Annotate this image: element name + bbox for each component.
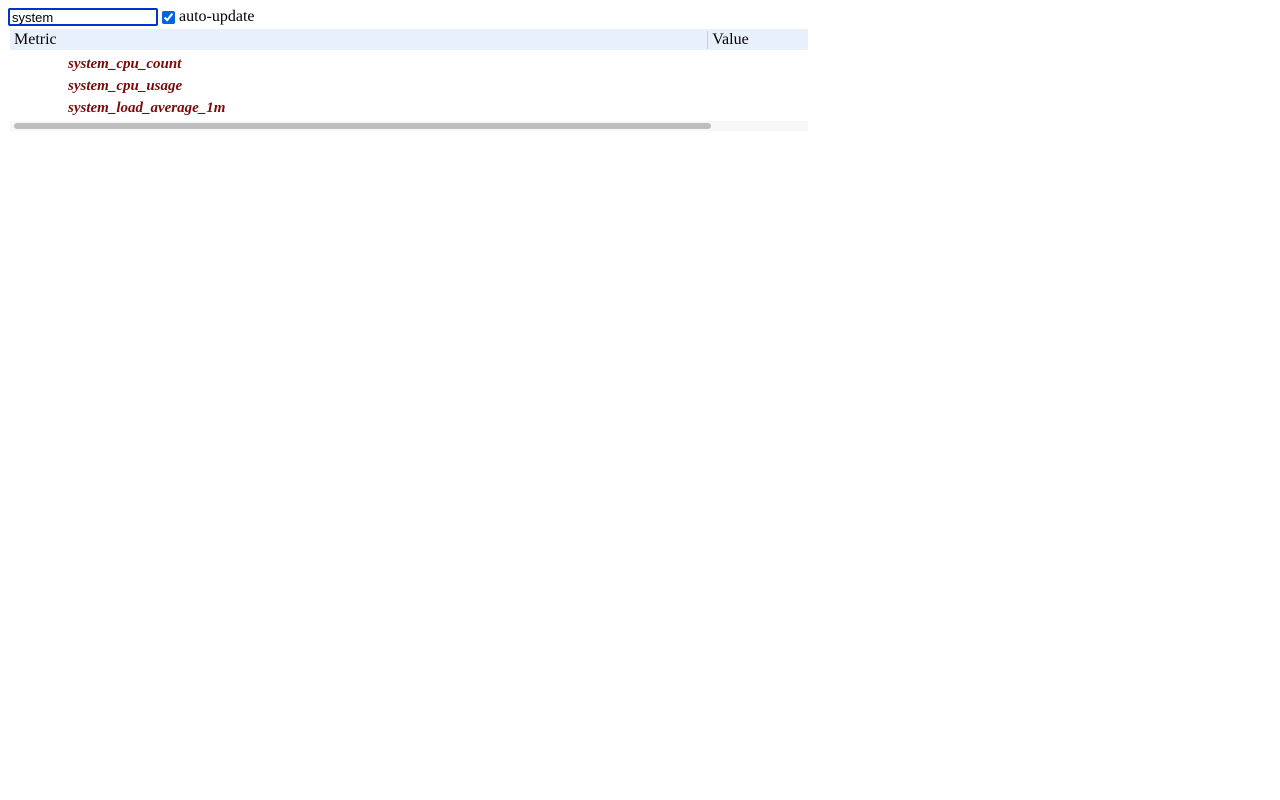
auto-update-checkbox[interactable] [162, 11, 175, 24]
table-header-row: Metric Value [8, 29, 808, 50]
progress-bar [14, 123, 806, 129]
autocomplete-option[interactable]: system_cpu_count [68, 54, 808, 76]
top-bar: auto-update [8, 8, 1272, 26]
autocomplete-option[interactable]: system_load_average_1m [68, 98, 808, 120]
auto-update-label: auto-update [179, 8, 255, 26]
autocomplete-option[interactable]: system_cpu_usage [68, 76, 808, 98]
column-header-value[interactable]: Value [708, 31, 808, 49]
progress-row [8, 121, 808, 131]
autocomplete-dropdown: system_cpu_count system_cpu_usage system… [8, 50, 808, 121]
search-input[interactable] [8, 8, 158, 26]
column-header-metric[interactable]: Metric [10, 31, 708, 49]
progress-bar-fill [14, 123, 711, 129]
metrics-table: Metric Value system_cpu_count system_cpu… [8, 29, 808, 131]
